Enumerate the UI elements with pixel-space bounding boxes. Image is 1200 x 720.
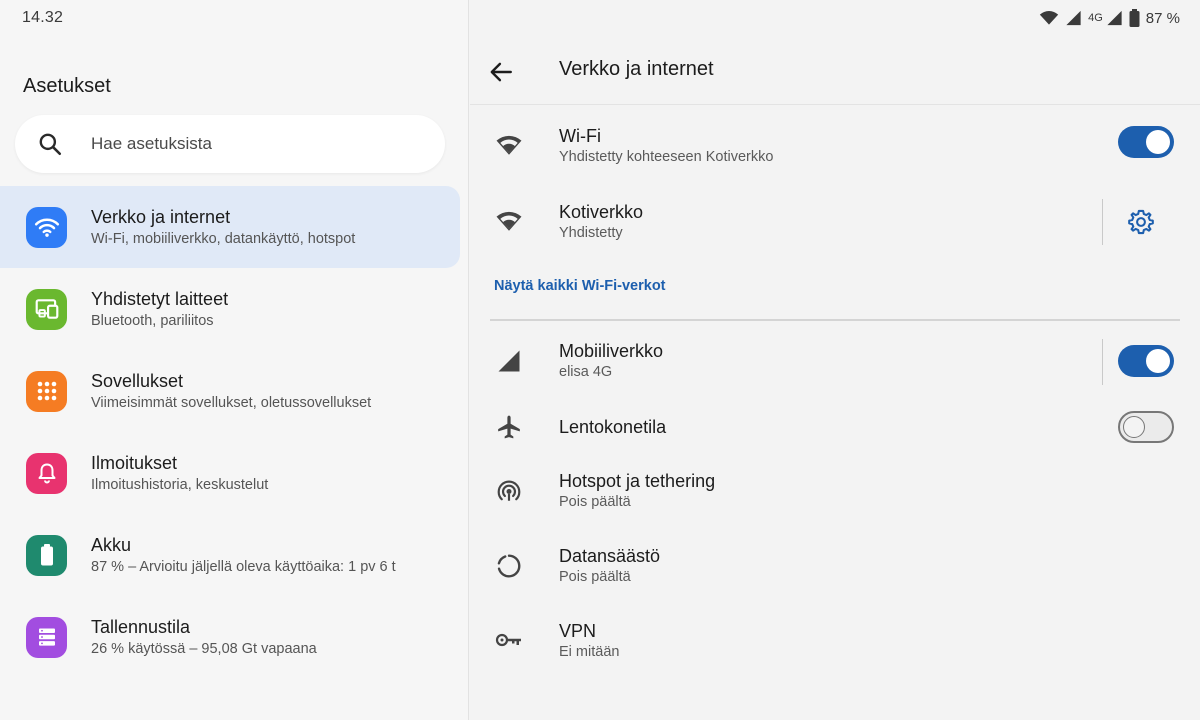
status-clock: 14.32	[22, 9, 64, 26]
category-subtitle: Ilmoitushistoria, keskustelut	[91, 476, 269, 493]
saved-network-row[interactable]: Kotiverkko Yhdistetty	[470, 190, 1200, 254]
mobile-data-switch[interactable]	[1118, 345, 1174, 377]
search-icon	[39, 133, 62, 156]
category-title: Tallennustila	[91, 616, 191, 637]
mobile-operator: elisa 4G	[559, 364, 613, 380]
signal-icon	[1107, 10, 1122, 26]
hotspot-row[interactable]: Hotspot ja tethering Pois päältä	[470, 459, 1200, 523]
page-title: Verkko ja internet	[559, 58, 714, 80]
wifi-icon	[494, 130, 524, 160]
category-title: Ilmoitukset	[91, 452, 178, 473]
wifi-icon	[26, 206, 67, 248]
data-saver-title: Datansäästö	[559, 546, 661, 566]
storage-icon	[26, 616, 67, 658]
category-battery[interactable]: Akku 87 % – Arvioitu jäljellä oleva käyt…	[0, 514, 460, 596]
data-saver-status: Pois päältä	[559, 569, 631, 585]
bell-icon	[26, 452, 67, 494]
data-saver-row[interactable]: Datansäästö Pois päältä	[470, 534, 1200, 598]
hotspot-title: Hotspot ja tethering	[559, 471, 716, 491]
show-all-wifi-link[interactable]: Näytä kaikki Wi-Fi-verkot	[494, 278, 666, 294]
network-status: Yhdistetty	[559, 225, 623, 241]
row-separator	[1102, 339, 1103, 385]
section-divider	[490, 319, 1180, 321]
vpn-row[interactable]: VPN Ei mitään	[470, 609, 1200, 673]
airplane-mode-switch[interactable]	[1118, 411, 1174, 443]
wifi-status: Yhdistetty kohteeseen Kotiverkko	[559, 149, 774, 165]
category-subtitle: 87 % – Arvioitu jäljellä oleva käyttöaik…	[91, 558, 396, 575]
wifi-title: Wi-Fi	[559, 126, 601, 146]
category-title: Yhdistetyt laitteet	[91, 288, 229, 309]
mobile-network-title: Mobiiliverkko	[559, 341, 664, 361]
category-notifications[interactable]: Ilmoitukset Ilmoitushistoria, keskustelu…	[0, 432, 460, 514]
signal-icon	[494, 346, 524, 376]
category-apps[interactable]: Sovellukset Viimeisimmät sovellukset, ol…	[0, 350, 460, 432]
network-internet-pane: 4G 87 % Verkko ja internet Wi-Fi Yhdiste…	[470, 0, 1200, 720]
gear-icon[interactable]	[1128, 209, 1154, 235]
search-bar[interactable]: Hae asetuksista	[15, 115, 445, 173]
category-title: Verkko ja internet	[91, 206, 231, 227]
wifi-toggle-row[interactable]: Wi-Fi Yhdistetty kohteeseen Kotiverkko	[470, 114, 1200, 178]
data-saver-icon	[494, 551, 524, 581]
airplane-icon	[494, 412, 524, 442]
battery-icon	[26, 534, 67, 576]
status-bar: 4G 87 %	[1039, 8, 1180, 28]
settings-title: Asetukset	[23, 75, 111, 97]
back-arrow-icon[interactable]	[488, 59, 514, 85]
category-connected-devices[interactable]: Yhdistetyt laitteet Bluetooth, pariliito…	[0, 268, 460, 350]
category-subtitle: Wi-Fi, mobiiliverkko, datankäyttö, hotsp…	[91, 230, 356, 247]
category-title: Akku	[91, 534, 132, 555]
airplane-mode-title: Lentokonetila	[559, 417, 667, 437]
battery-icon	[1129, 9, 1140, 27]
category-subtitle: Bluetooth, pariliitos	[91, 312, 214, 329]
mobile-network-row[interactable]: Mobiiliverkko elisa 4G	[470, 329, 1200, 393]
wifi-switch[interactable]	[1118, 126, 1174, 158]
hotspot-status: Pois päältä	[559, 494, 631, 510]
header-divider	[470, 104, 1200, 105]
battery-percent: 87 %	[1145, 9, 1180, 27]
wifi-icon	[1039, 11, 1059, 25]
hotspot-icon	[494, 476, 524, 506]
category-network-internet[interactable]: Verkko ja internet Wi-Fi, mobiiliverkko,…	[0, 186, 460, 268]
search-input[interactable]: Hae asetuksista	[91, 134, 212, 154]
signal-icon	[1066, 10, 1081, 26]
network-name: Kotiverkko	[559, 202, 644, 222]
wifi-icon	[494, 206, 524, 236]
row-separator	[1102, 199, 1103, 245]
category-subtitle: 26 % käytössä – 95,08 Gt vapaana	[91, 640, 317, 657]
devices-icon	[26, 288, 67, 330]
category-title: Sovellukset	[91, 370, 184, 391]
airplane-mode-row[interactable]: Lentokonetila	[470, 395, 1200, 459]
network-type-label: 4G	[1088, 12, 1103, 24]
apps-icon	[26, 370, 67, 412]
category-storage[interactable]: Tallennustila 26 % käytössä – 95,08 Gt v…	[0, 596, 460, 678]
settings-categories-pane: 14.32 Asetukset Hae asetuksista Verkko j…	[0, 0, 469, 720]
vpn-status: Ei mitään	[559, 644, 620, 660]
vpn-title: VPN	[559, 621, 597, 641]
key-icon	[494, 625, 524, 655]
category-subtitle: Viimeisimmät sovellukset, oletussovelluk…	[91, 394, 372, 411]
